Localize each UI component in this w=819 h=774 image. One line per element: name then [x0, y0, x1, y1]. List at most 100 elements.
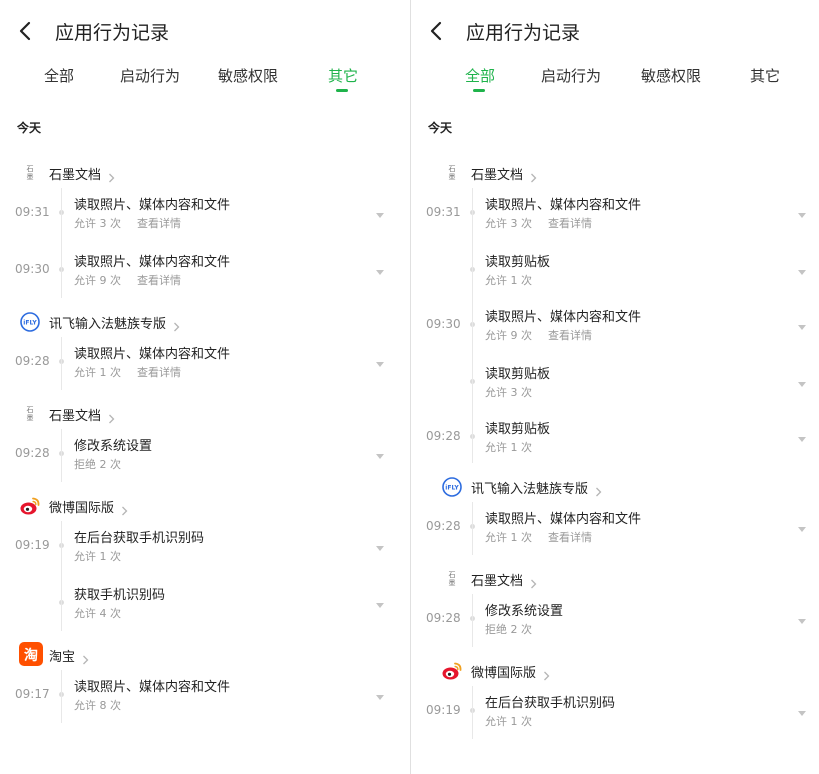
tab-launch-behavior[interactable]: 启动行为: [541, 65, 601, 86]
expand-caret-icon[interactable]: [798, 325, 806, 330]
record-time: 09:19: [426, 703, 461, 717]
record-time: 09:30: [15, 262, 50, 276]
view-details-link[interactable]: 查看详情: [548, 215, 592, 231]
behavior-record[interactable]: 修改系统设置 拒绝 2 次: [485, 600, 783, 640]
expand-caret-icon[interactable]: [376, 603, 384, 608]
tab-sensitive-permissions[interactable]: 敏感权限: [641, 65, 701, 86]
record-time: 09:28: [426, 611, 461, 625]
view-details-link[interactable]: 查看详情: [137, 215, 181, 231]
behavior-record[interactable]: 读取剪贴板 允许 1 次: [485, 251, 783, 291]
expand-caret-icon[interactable]: [798, 382, 806, 387]
record-status: 允许 1 次: [485, 274, 532, 287]
tab-other[interactable]: 其它: [328, 65, 358, 86]
tab-sensitive-permissions[interactable]: 敏感权限: [218, 65, 278, 86]
expand-caret-icon[interactable]: [376, 695, 384, 700]
chevron-right-icon: [596, 487, 602, 497]
panel-divider: [410, 0, 411, 774]
timeline-line: [61, 521, 62, 631]
section-header-today: 今天: [17, 121, 42, 135]
expand-caret-icon[interactable]: [376, 454, 384, 459]
back-arrow-glyph: [19, 21, 31, 41]
expand-caret-icon[interactable]: [376, 213, 384, 218]
behavior-record[interactable]: 获取手机识别码 允许 4 次: [74, 584, 374, 624]
title-bar: 应用行为记录: [411, 14, 819, 48]
timeline-line: [61, 337, 62, 390]
record-status: 允许 1 次: [74, 366, 121, 379]
back-arrow-icon[interactable]: [425, 19, 449, 43]
expand-caret-icon[interactable]: [798, 527, 806, 532]
chevron-right-icon: [109, 173, 115, 183]
expand-caret-icon[interactable]: [798, 711, 806, 716]
record-action: 修改系统设置: [74, 439, 153, 454]
chevron-right-icon: [544, 671, 550, 681]
record-status: 允许 3 次: [74, 217, 121, 230]
behavior-record[interactable]: 在后台获取手机识别码 允许 1 次: [74, 527, 374, 567]
iflytek-logo: iFLY: [20, 312, 40, 332]
expand-caret-icon[interactable]: [376, 270, 384, 275]
behavior-record[interactable]: 读取照片、媒体内容和文件 允许 1 次 查看详情: [74, 343, 374, 383]
view-details-link[interactable]: 查看详情: [548, 327, 592, 343]
app-header[interactable]: iFLY 讯飞输入法魅族专版: [441, 476, 809, 498]
expand-caret-icon[interactable]: [798, 270, 806, 275]
view-details-link[interactable]: 查看详情: [548, 529, 592, 545]
behavior-record[interactable]: 读取剪贴板 允许 3 次: [485, 363, 783, 403]
behavior-record[interactable]: 读取照片、媒体内容和文件 允许 8 次: [74, 676, 374, 716]
weibo-logo: [442, 662, 462, 680]
back-arrow-glyph: [430, 21, 442, 41]
behavior-record[interactable]: 读取剪贴板 允许 1 次: [485, 418, 783, 458]
tab-all[interactable]: 全部: [44, 65, 74, 86]
record-time: 09:31: [15, 205, 50, 219]
app-header[interactable]: 石墨 石墨文档: [441, 162, 809, 184]
record-action: 读取照片、媒体内容和文件: [74, 198, 231, 213]
tab-all[interactable]: 全部: [465, 65, 495, 86]
tab-launch-behavior[interactable]: 启动行为: [120, 65, 180, 86]
app-name: 讯飞输入法魅族专版: [49, 317, 167, 332]
app-header[interactable]: 石墨 石墨文档: [19, 403, 389, 425]
weibo-icon: [441, 660, 463, 682]
behavior-record[interactable]: 读取照片、媒体内容和文件 允许 3 次 查看详情: [485, 194, 783, 234]
app-chevron: [120, 501, 129, 516]
timeline-line: [61, 188, 62, 298]
behavior-record[interactable]: 读取照片、媒体内容和文件 允许 3 次 查看详情: [74, 194, 374, 234]
weibo-icon: [19, 495, 41, 517]
record-status: 允许 8 次: [74, 699, 121, 712]
view-details-link[interactable]: 查看详情: [137, 364, 181, 380]
shimo-logo-text: 石墨: [448, 571, 456, 587]
record-time: 09:28: [15, 354, 50, 368]
app-chevron: [529, 574, 538, 589]
behavior-record[interactable]: 读取照片、媒体内容和文件 允许 9 次 查看详情: [74, 251, 374, 291]
behavior-record[interactable]: 在后台获取手机识别码 允许 1 次: [485, 692, 783, 732]
app-header[interactable]: 石墨 石墨文档: [441, 568, 809, 590]
app-header[interactable]: iFLY 讯飞输入法魅族专版: [19, 311, 389, 333]
chevron-right-icon: [83, 655, 89, 665]
record-status: 允许 9 次: [485, 329, 532, 342]
record-status: 允许 1 次: [74, 550, 121, 563]
tab-other[interactable]: 其它: [750, 65, 780, 86]
record-time: 09:28: [15, 446, 50, 460]
behavior-record[interactable]: 修改系统设置 拒绝 2 次: [74, 435, 374, 475]
record-status: 允许 1 次: [485, 531, 532, 544]
app-header[interactable]: 淘淘宝: [19, 642, 389, 666]
record-time: 09:19: [15, 538, 50, 552]
active-tab-indicator: [473, 89, 485, 92]
expand-caret-icon[interactable]: [376, 362, 384, 367]
page-title: 应用行为记录: [55, 22, 170, 44]
behavior-record[interactable]: 读取照片、媒体内容和文件 允许 1 次 查看详情: [485, 508, 783, 548]
timeline-line: [61, 429, 62, 482]
record-time: 09:28: [426, 519, 461, 533]
back-arrow-icon[interactable]: [14, 19, 38, 43]
view-details-link[interactable]: 查看详情: [137, 272, 181, 288]
expand-caret-icon[interactable]: [376, 546, 384, 551]
app-header[interactable]: 微博国际版: [19, 495, 389, 517]
app-header[interactable]: 微博国际版: [441, 660, 809, 682]
behavior-record[interactable]: 读取照片、媒体内容和文件 允许 9 次 查看详情: [485, 306, 783, 346]
record-action: 读取照片、媒体内容和文件: [485, 198, 642, 213]
app-header[interactable]: 石墨 石墨文档: [19, 162, 389, 184]
record-action: 读取照片、媒体内容和文件: [485, 512, 642, 527]
expand-caret-icon[interactable]: [798, 213, 806, 218]
record-time: 09:31: [426, 205, 461, 219]
app-chevron: [542, 666, 551, 681]
timeline-line: [61, 670, 62, 723]
expand-caret-icon[interactable]: [798, 437, 806, 442]
expand-caret-icon[interactable]: [798, 619, 806, 624]
